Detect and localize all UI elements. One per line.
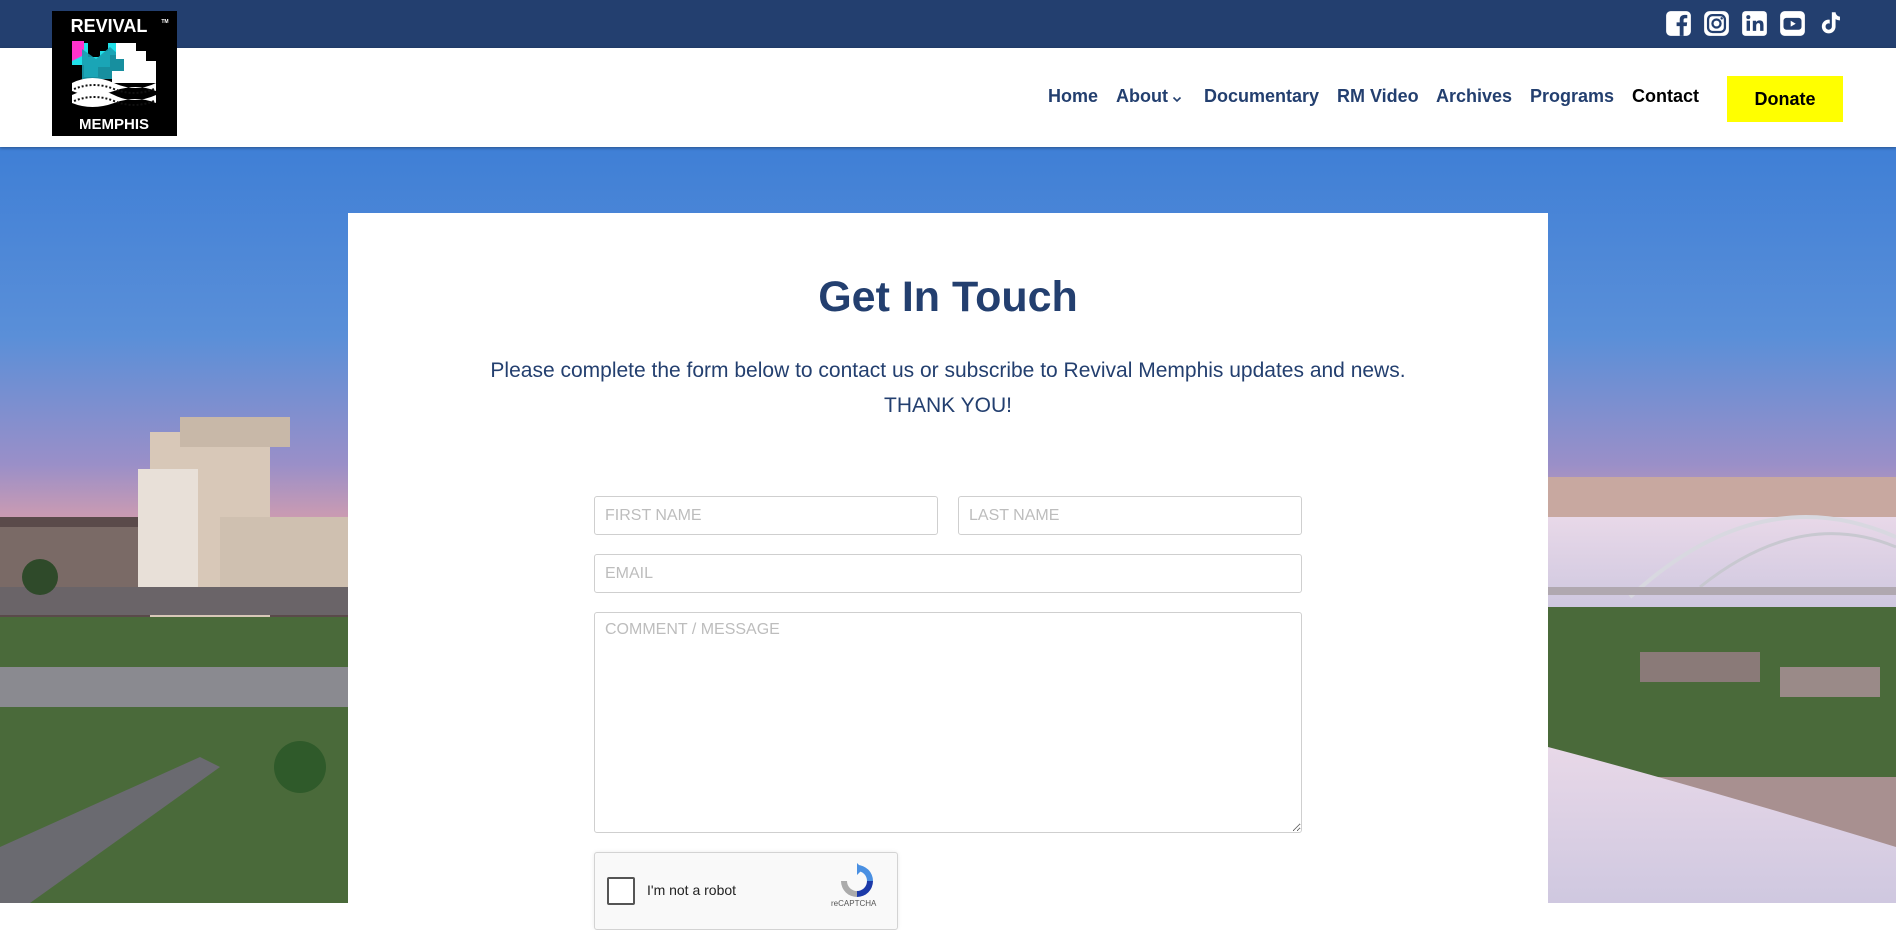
logo-line2: MEMPHIS [79,116,149,133]
facebook-icon[interactable] [1665,10,1692,37]
email-field[interactable] [594,554,1302,593]
logo-line1: REVIVAL [71,16,148,36]
nav-home[interactable]: Home [1048,86,1098,107]
contact-card: Get In Touch Please complete the form be… [348,213,1548,930]
recaptcha-checkbox[interactable] [607,877,635,905]
message-field[interactable] [594,612,1302,833]
recaptcha-label: I'm not a robot [647,882,737,898]
linkedin-icon[interactable] [1741,10,1768,37]
recaptcha-widget: I'm not a robot reCAPTCHA [594,852,898,930]
last-name-field[interactable] [958,496,1302,535]
top-bar [0,0,1896,48]
logo-mark: TM [161,19,168,25]
nav-programs[interactable]: Programs [1530,86,1614,107]
nav-documentary[interactable]: Documentary [1204,86,1319,107]
recaptcha-icon [841,863,873,897]
nav-rm-video[interactable]: RM Video [1337,86,1419,107]
subtitle-line-1: Please complete the form below to contac… [490,359,1406,382]
social-links [1665,10,1844,37]
recaptcha-brand: reCAPTCHA [831,899,877,908]
page-title: Get In Touch [818,273,1078,321]
instagram-icon[interactable] [1703,10,1730,37]
tiktok-icon[interactable] [1817,10,1844,37]
page-subtitle: Please complete the form below to contac… [348,353,1548,423]
donate-button[interactable]: Donate [1727,76,1843,122]
nav-archives[interactable]: Archives [1436,86,1512,107]
nav-about-label: About [1116,86,1168,106]
first-name-field[interactable] [594,496,938,535]
youtube-icon[interactable] [1779,10,1806,37]
subtitle-line-2: THANK YOU! [884,394,1012,417]
nav-about[interactable]: About [1116,86,1182,108]
nav-contact[interactable]: Contact [1632,86,1699,107]
chevron-down-icon [1172,87,1182,108]
site-logo[interactable]: REVIVAL TM MEMPHIS [52,11,177,136]
